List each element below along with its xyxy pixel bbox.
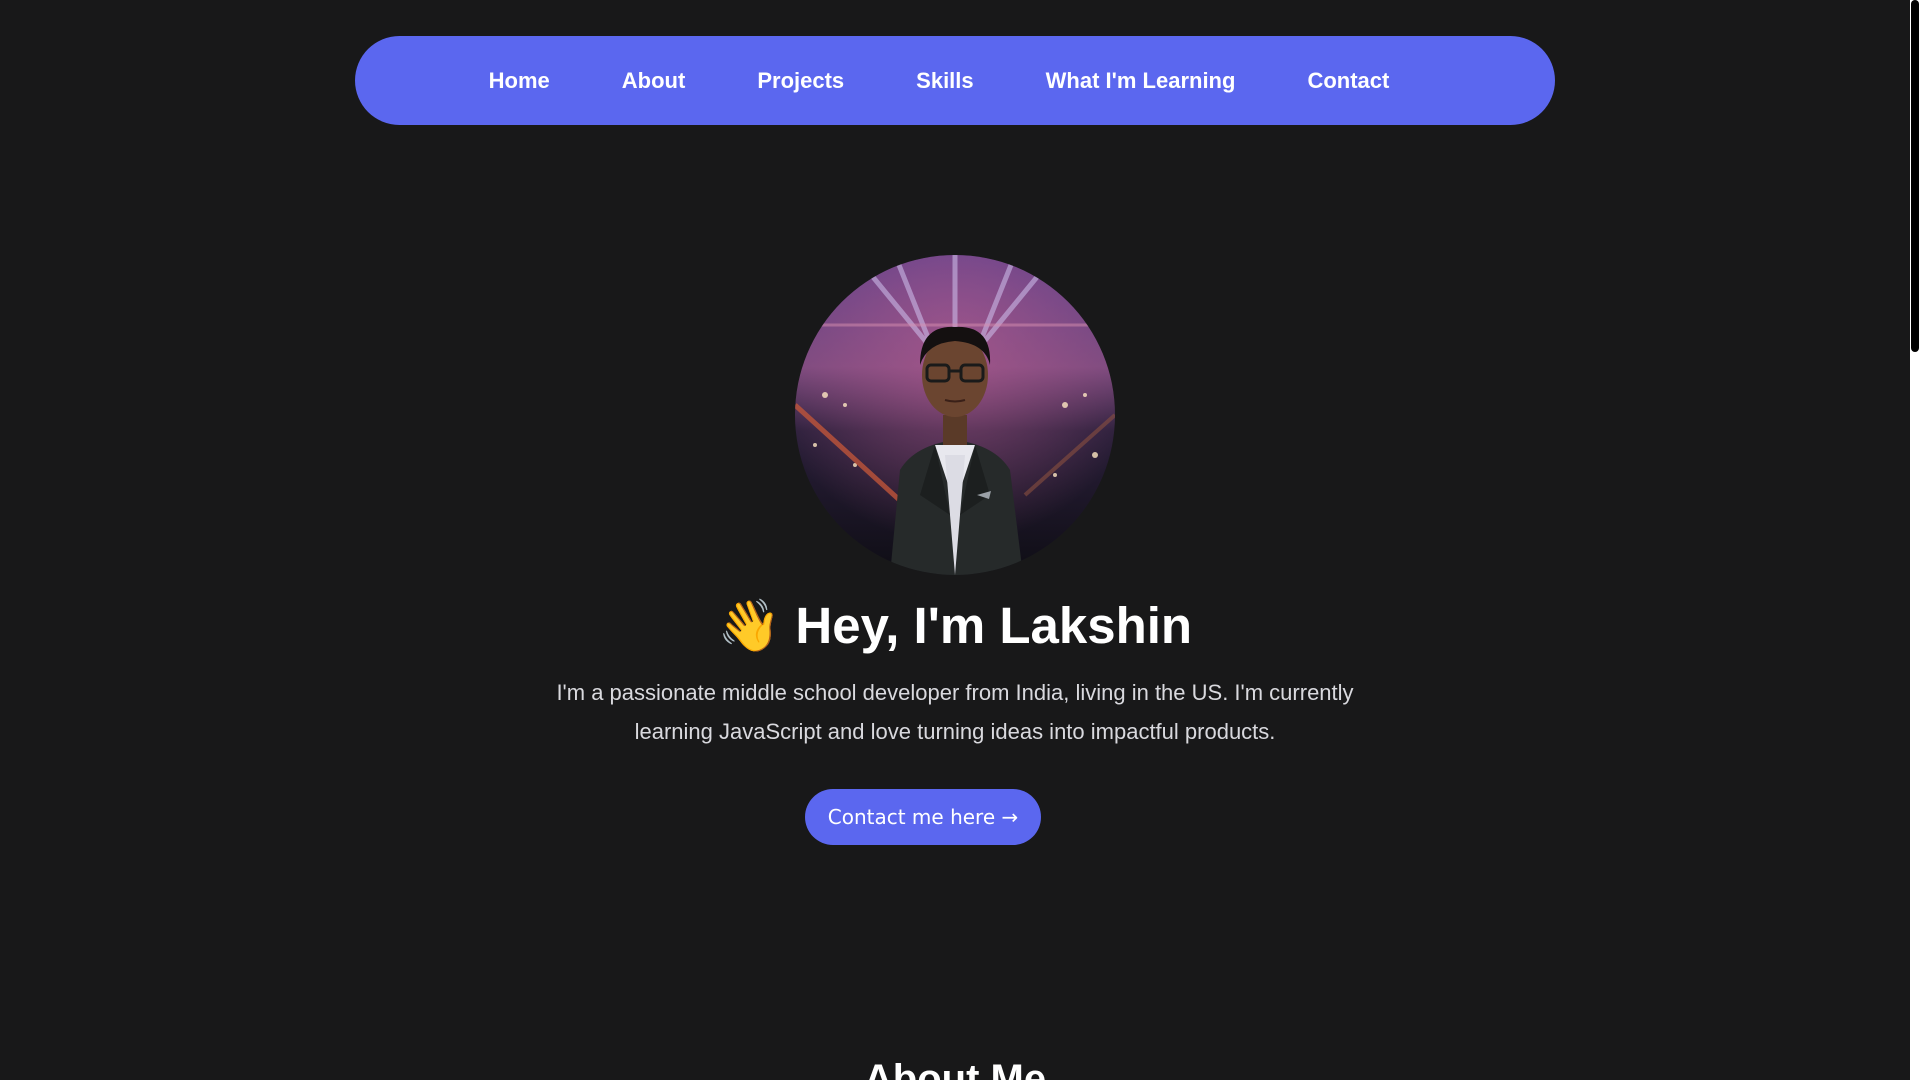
page: Home About Projects Skills What I'm Lear… xyxy=(0,0,1920,1080)
scrollbar-thumb[interactable] xyxy=(1911,0,1919,352)
hero-title-text: Hey, I'm Lakshin xyxy=(795,597,1193,654)
hero-section: 👋 Hey, I'm Lakshin I'm a passionate middl… xyxy=(0,0,1910,1080)
hero-description: I'm a passionate middle school developer… xyxy=(556,680,1354,744)
hero-title: 👋 Hey, I'm Lakshin xyxy=(0,596,1910,656)
profile-photo-icon xyxy=(795,255,1115,575)
about-section-title: About Me xyxy=(863,1057,1047,1080)
contact-me-button[interactable]: Contact me here → xyxy=(805,789,1041,845)
profile-avatar xyxy=(795,255,1115,575)
waving-hand-icon: 👋 xyxy=(717,597,782,654)
